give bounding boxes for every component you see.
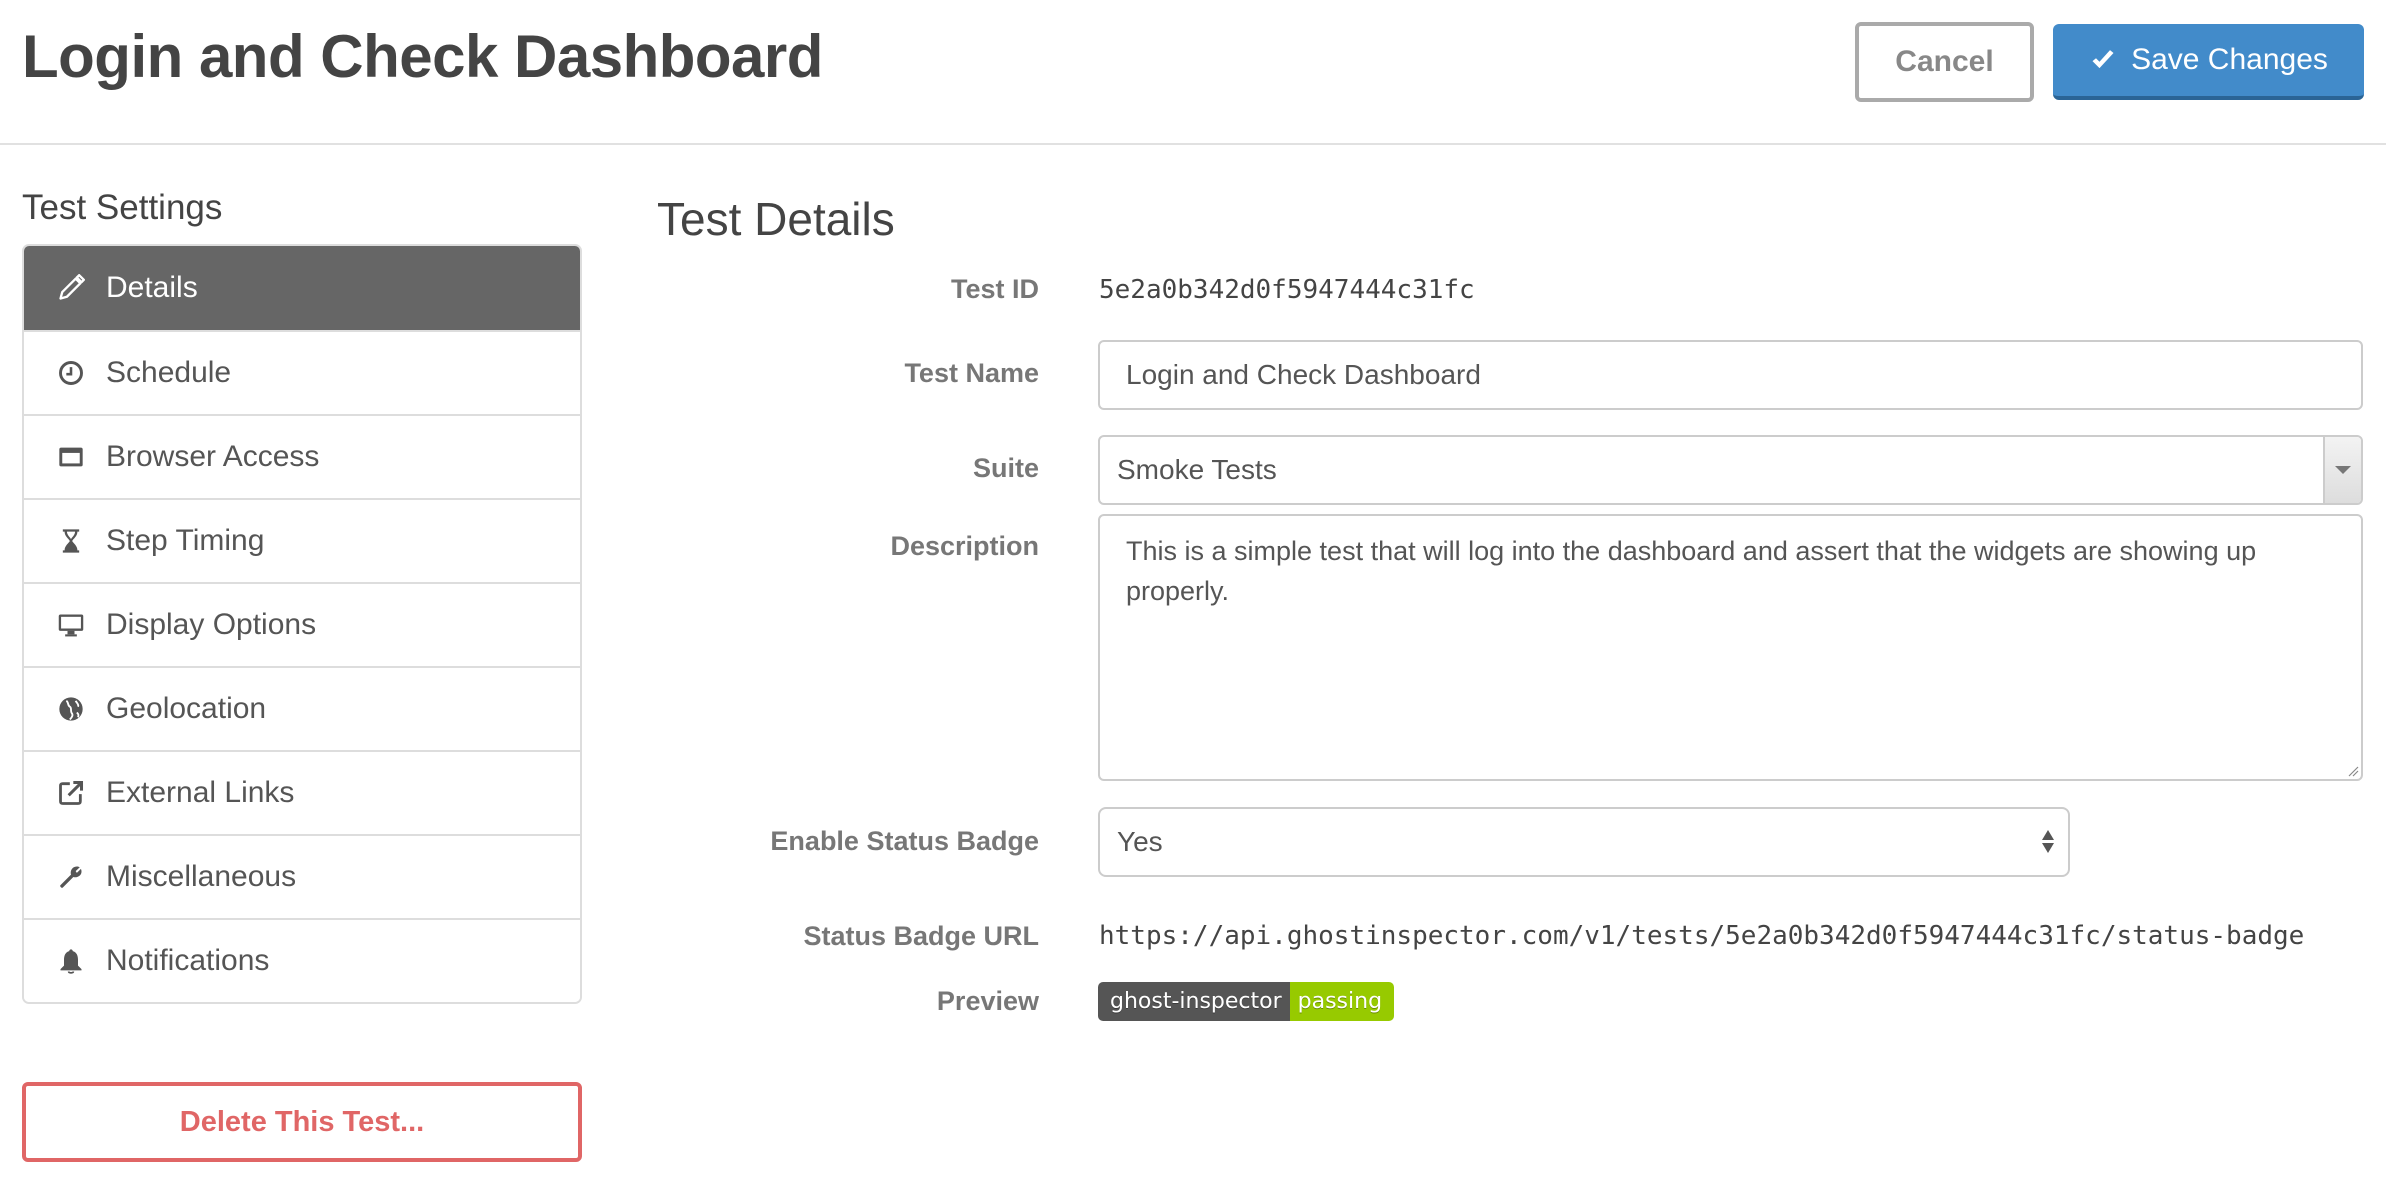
preview-label: Preview (936, 986, 1039, 1016)
test-id-label: Test ID (950, 274, 1039, 304)
status-badge-url-label: Status Badge URL (803, 921, 1039, 951)
sidebar-item-label: Display Options (106, 608, 317, 641)
sidebar-item-label: Schedule (106, 356, 232, 389)
delete-test-button[interactable]: Delete This Test... (22, 1082, 582, 1162)
desktop-icon (56, 610, 86, 640)
cancel-button[interactable]: Cancel (1855, 22, 2034, 102)
description-value: This is a simple test that will log into… (1126, 536, 2257, 606)
sidebar-item-step-timing[interactable]: Step Timing (24, 498, 580, 582)
save-changes-label: Save Changes (2131, 43, 2328, 76)
suite-select[interactable]: Smoke Tests (1098, 435, 2363, 505)
description-textarea[interactable]: This is a simple test that will log into… (1098, 514, 2363, 781)
description-label: Description (890, 531, 1039, 561)
test-name-value: Login and Check Dashboard (1126, 359, 1481, 390)
check-icon (2092, 50, 2114, 69)
hourglass-icon (56, 526, 86, 556)
external-link-icon (56, 778, 86, 808)
sidebar-item-notifications[interactable]: Notifications (24, 918, 580, 1002)
sidebar-item-schedule[interactable]: Schedule (24, 330, 580, 414)
sidebar-title: Test Settings (22, 188, 223, 227)
test-name-input[interactable]: Login and Check Dashboard (1098, 340, 2363, 410)
badge-name: ghost-inspector (1098, 982, 1290, 1021)
page-header: Login and Check Dashboard Cancel Save Ch… (0, 0, 2386, 145)
sidebar-item-miscellaneous[interactable]: Miscellaneous (24, 834, 580, 918)
enable-status-badge-label: Enable Status Badge (770, 826, 1039, 856)
sidebar-item-label: Geolocation (106, 692, 267, 725)
save-changes-button[interactable]: Save Changes (2053, 24, 2364, 100)
globe-icon (56, 694, 86, 724)
browser-window-icon (56, 442, 86, 472)
sidebar-item-details[interactable]: Details (24, 246, 580, 330)
enable-status-badge-select[interactable]: Yes (1098, 807, 2070, 877)
clock-icon (56, 358, 86, 388)
wrench-icon (56, 862, 86, 892)
sidebar-item-display-options[interactable]: Display Options (24, 582, 580, 666)
status-badge-url-value: https://api.ghostinspector.com/v1/tests/… (1099, 921, 2305, 951)
sidebar-item-external-links[interactable]: External Links (24, 750, 580, 834)
sidebar-item-label: Notifications (106, 944, 270, 977)
pencil-icon (56, 273, 86, 303)
status-badge-preview: ghost-inspector passing (1098, 982, 1395, 1021)
test-id-value: 5e2a0b342d0f5947444c31fc (1099, 275, 1475, 305)
badge-status: passing (1289, 982, 1395, 1021)
sidebar-item-label: Browser Access (106, 440, 320, 473)
sidebar-item-label: Step Timing (106, 524, 265, 557)
enable-status-badge-value: Yes (1117, 826, 1163, 857)
suite-value: Smoke Tests (1117, 454, 1277, 485)
sidebar-item-label: Miscellaneous (106, 860, 297, 893)
settings-nav: Details Schedule Browser Access Step Tim… (22, 244, 582, 1004)
sidebar-item-browser-access[interactable]: Browser Access (24, 414, 580, 498)
test-name-label: Test Name (904, 358, 1039, 388)
section-title: Test Details (657, 193, 895, 245)
suite-dropdown-toggle[interactable] (2323, 437, 2361, 503)
suite-label: Suite (972, 453, 1039, 483)
bell-icon (56, 946, 86, 976)
updown-arrows-icon (2042, 830, 2054, 853)
sidebar-item-label: External Links (106, 776, 295, 809)
chevron-down-icon (2335, 466, 2351, 474)
page-title: Login and Check Dashboard (22, 23, 823, 90)
sidebar-item-label: Details (106, 271, 198, 304)
resize-grip-icon[interactable] (2345, 763, 2359, 777)
sidebar-item-geolocation[interactable]: Geolocation (24, 666, 580, 750)
